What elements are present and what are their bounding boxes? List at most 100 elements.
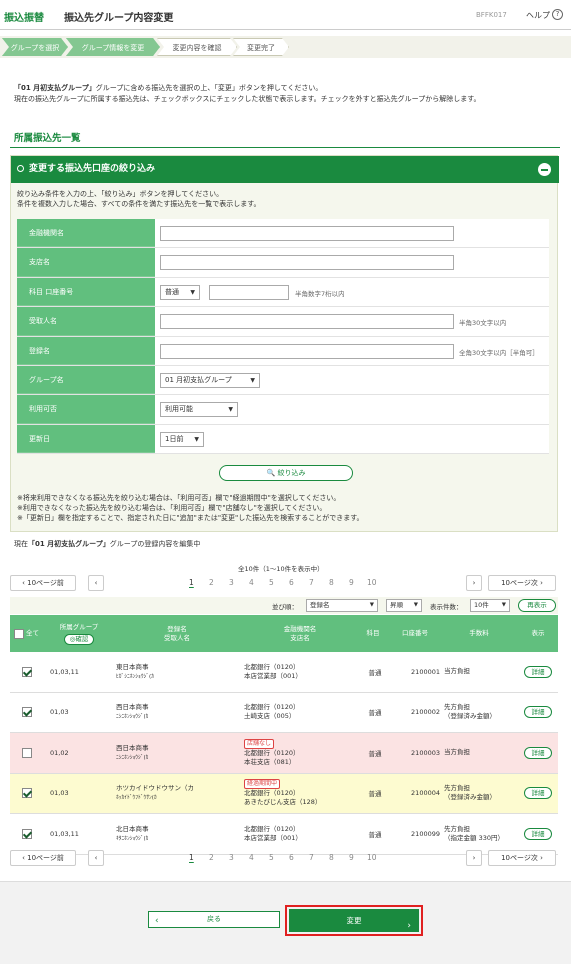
account-number-input[interactable] — [209, 284, 289, 300]
row-name: 北日本商事 — [116, 824, 149, 833]
bank-name-input[interactable] — [160, 226, 454, 241]
page-9[interactable]: 9 — [349, 853, 354, 862]
row-checkbox[interactable] — [22, 788, 32, 799]
chevron-right-icon: › — [407, 921, 411, 931]
row-detail-cell: 詳細 — [524, 652, 558, 692]
filter-header[interactable]: 変更する振込先口座の絞り込み — [11, 156, 559, 183]
row-bank-cell: 経過期間中 北都銀行（0120） あきたびじん支店（128） — [244, 774, 360, 814]
bank-label: 金融機関名 — [17, 219, 155, 248]
page-1[interactable]: 1 — [189, 578, 194, 587]
sort-order-select[interactable]: 昇順 — [386, 599, 422, 612]
redisplay-button[interactable]: 再表示 — [518, 599, 556, 612]
group-header-label: 所属グループ — [59, 622, 99, 631]
confirm-button[interactable]: ◎確認 — [63, 633, 95, 645]
page-4[interactable]: 4 — [249, 853, 254, 862]
detail-button[interactable]: 詳細 — [524, 787, 552, 800]
row-checkbox[interactable] — [22, 747, 32, 758]
row-fee-cell: 先方負担 （登録済み金額） — [444, 774, 518, 814]
row-subject: 普通 — [368, 709, 382, 718]
row-account: 2100099 — [411, 829, 440, 838]
next-page-button[interactable]: › — [466, 575, 482, 591]
row-checkbox[interactable] — [22, 707, 32, 718]
page-4[interactable]: 4 — [249, 578, 254, 587]
collapse-icon[interactable] — [538, 163, 551, 176]
prev10-button-bottom[interactable]: ‹ 10ページ前 — [10, 850, 76, 866]
page-3[interactable]: 3 — [229, 578, 234, 587]
detail-button[interactable]: 詳細 — [524, 827, 552, 840]
usable-select[interactable]: 利用可能 — [160, 402, 238, 418]
chevron-right-icon: › — [537, 854, 543, 862]
row-bank-cell: 北都銀行（0120） 本店営業部（001） — [244, 814, 360, 854]
back-button[interactable]: ‹ 戻る — [148, 911, 280, 928]
row-name-cell: ホツカイドウドウサン（カ ﾎｯｶｲﾄﾞｳﾌﾄﾞｳｻﾝ(ｶ — [116, 774, 240, 814]
page-9[interactable]: 9 — [349, 578, 354, 587]
account-hint: 半角数字7桁以内 — [295, 289, 345, 298]
page-7[interactable]: 7 — [309, 578, 314, 587]
page-1[interactable]: 1 — [189, 853, 194, 862]
table-row: 01,03 ホツカイドウドウサン（カ ﾎｯｶｲﾄﾞｳﾌﾄﾞｳｻﾝ(ｶ 経過期間中 北都銀… — [10, 773, 558, 814]
header-group: 所属グループ ◎確認 — [48, 615, 110, 652]
intro-line1: グループに含める振込先を選択の上、「変更」ボタンを押してください。 — [95, 84, 323, 92]
table-body: 01,03,11 東日本商事 ﾋｶﾞｼﾆﾎﾝｼｮｳｼﾞ(ｶ 北都銀行（0120） 本店営… — [10, 652, 558, 855]
filter-row-updated: 更新日 1日前 — [17, 424, 549, 455]
updated-select[interactable]: 1日前 — [160, 431, 204, 447]
row-bank-cell: 北都銀行（0120） 本店営業部（001） — [244, 652, 360, 692]
step-1: グループを選択 — [2, 38, 68, 56]
page-6[interactable]: 6 — [289, 853, 294, 862]
prev10-button[interactable]: ‹ 10ページ前 — [10, 575, 76, 591]
next10-button[interactable]: 10ページ次 › — [488, 575, 556, 591]
help-icon[interactable]: ? — [552, 9, 563, 20]
page-10[interactable]: 10 — [367, 853, 377, 862]
header-all: 全て — [14, 615, 46, 652]
narrow-search-button[interactable]: 🔍 絞り込み — [219, 465, 353, 481]
row-group: 01,03,11 — [50, 667, 79, 676]
page-6[interactable]: 6 — [289, 578, 294, 587]
registered-name-input[interactable] — [160, 343, 454, 359]
row-kana: ﾋｶﾞｼﾆﾎﾝｼｮｳｼﾞ(ｶ — [116, 673, 154, 680]
filter-row-payee: 受取人名 半角30文字以内 — [17, 307, 549, 337]
subject-select[interactable]: 普通 — [160, 284, 200, 300]
page-3[interactable]: 3 — [229, 853, 234, 862]
branch-name-input[interactable] — [160, 255, 454, 271]
filter-panel: 変更する振込先口座の絞り込み 絞り込み条件を入力の上、「絞り込み」ボタンを押して… — [10, 155, 559, 532]
page-5[interactable]: 5 — [269, 853, 274, 862]
narrow-search-label: 絞り込み — [277, 469, 306, 477]
row-fee-cell: 先方負担 （登録済み金額） — [444, 693, 518, 733]
row-fee: 先方負担 — [444, 824, 470, 833]
row-kana: ﾎｯｶｲﾄﾞｳﾌﾄﾞｳｻﾝ(ｶ — [116, 795, 157, 802]
pager-top: ‹ 10ページ前 ‹ 1 2 3 4 5 6 7 8 9 10 › 10ページ次… — [10, 575, 558, 591]
next-page-button-bottom[interactable]: › — [466, 850, 482, 866]
prev-page-button[interactable]: ‹ — [88, 575, 104, 591]
page-10[interactable]: 10 — [367, 578, 377, 587]
row-checkbox[interactable] — [22, 666, 32, 677]
filter-row-account: 科目 口座番号 普通 半角数字7桁以内 — [17, 277, 549, 308]
page-8[interactable]: 8 — [329, 578, 334, 587]
row-group: 01,03 — [50, 708, 69, 717]
group-select[interactable]: 01 月初支払グループ — [160, 372, 260, 388]
select-all-checkbox[interactable] — [14, 628, 24, 639]
detail-button[interactable]: 詳細 — [524, 665, 552, 678]
note-1: ※将来利用できなくなる振込先を絞り込む場合は、「利用可否」欄で"経過期間中"を選… — [17, 494, 341, 502]
row-bank: 北都銀行（0120） — [244, 789, 300, 798]
row-checkbox-cell — [22, 693, 36, 733]
filter-form: 金融機関名 支店名 科目 口座番号 普通 半角数字7桁以内 受取人名 半角30文… — [17, 219, 549, 455]
payee-name-input[interactable] — [160, 314, 454, 330]
page-8[interactable]: 8 — [329, 853, 334, 862]
prev-page-button-bottom[interactable]: ‹ — [88, 850, 104, 866]
detail-button[interactable]: 詳細 — [524, 746, 552, 759]
page-2[interactable]: 2 — [209, 853, 214, 862]
row-checkbox[interactable] — [22, 828, 32, 839]
next10-button-bottom[interactable]: 10ページ次 › — [488, 850, 556, 866]
page-2[interactable]: 2 — [209, 578, 214, 587]
row-account: 2100001 — [411, 667, 440, 676]
page-5[interactable]: 5 — [269, 578, 274, 587]
change-button[interactable]: 変更 › — [289, 909, 419, 932]
detail-button[interactable]: 詳細 — [524, 706, 552, 719]
chevron-left-icon: ‹ — [94, 579, 98, 587]
page-7[interactable]: 7 — [309, 853, 314, 862]
editing-suffix: グループの登録内容を編集中 — [109, 540, 201, 548]
next10-label: 10ページ次 — [501, 579, 538, 587]
help-link[interactable]: ヘルプ — [526, 10, 550, 21]
display-count-select[interactable]: 10件 — [470, 599, 510, 612]
sort-key-select[interactable]: 登録名 — [306, 599, 378, 612]
